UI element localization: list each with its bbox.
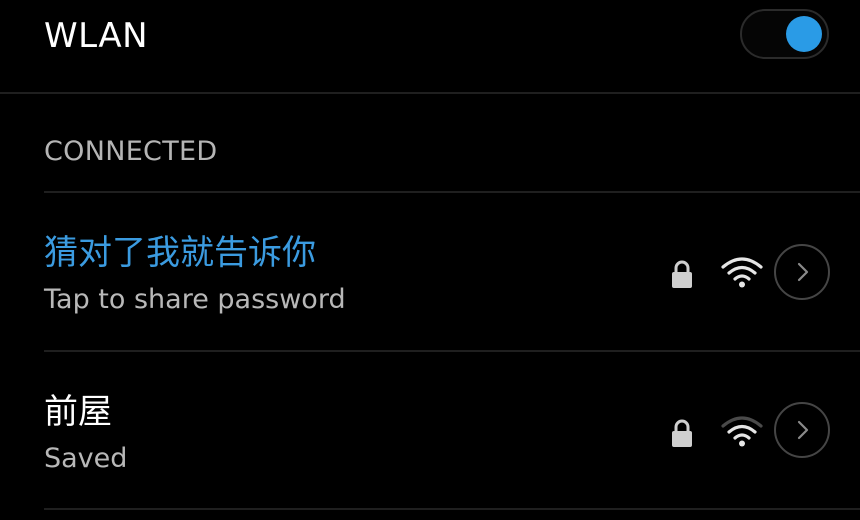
chevron-right-icon	[797, 420, 809, 440]
connected-section-header: CONNECTED	[44, 136, 218, 167]
wlan-header-row: WLAN	[0, 0, 860, 92]
network-details-button[interactable]	[774, 244, 830, 300]
wlan-settings-screen: WLAN CONNECTED 猜对了我就告诉你 Tap to share pas…	[0, 0, 860, 520]
network-name: 前屋	[44, 392, 112, 432]
lock-icon	[672, 260, 692, 288]
network-details-button[interactable]	[774, 402, 830, 458]
toggle-knob	[786, 16, 822, 52]
wifi-icon	[721, 416, 763, 447]
network-status: Tap to share password	[44, 284, 346, 315]
header-divider	[0, 92, 860, 94]
network-item-connected[interactable]: 猜对了我就告诉你 Tap to share password	[0, 193, 860, 351]
chevron-right-icon	[797, 262, 809, 282]
wlan-toggle-switch[interactable]	[740, 9, 829, 59]
wifi-icon	[721, 257, 763, 288]
network-status: Saved	[44, 443, 128, 474]
network-name: 猜对了我就告诉你	[44, 233, 316, 273]
lock-icon	[672, 419, 692, 447]
network-item-saved[interactable]: 前屋 Saved	[0, 352, 860, 510]
network-divider	[44, 508, 860, 510]
wlan-title: WLAN	[44, 16, 149, 56]
